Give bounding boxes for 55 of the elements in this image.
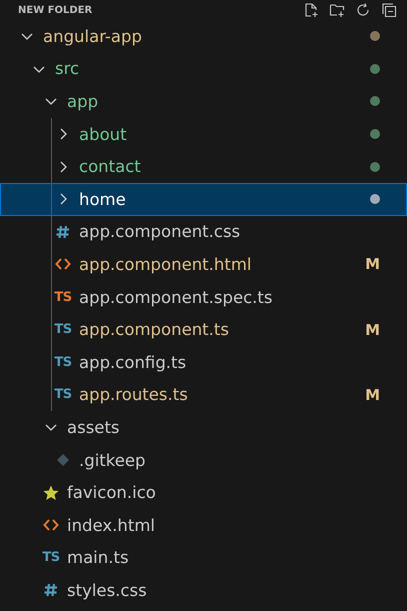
- file-item[interactable]: index.html: [0, 508, 407, 542]
- git-status-letter: M: [365, 386, 380, 404]
- typescript-icon: TS: [55, 354, 71, 370]
- star-icon: [43, 484, 59, 501]
- file-item[interactable]: .gitkeep: [0, 444, 407, 476]
- item-name: src: [55, 59, 80, 78]
- file-item[interactable]: TS app.component.spec.ts: [0, 280, 407, 314]
- new-folder-icon[interactable]: [329, 2, 345, 18]
- folder-item[interactable]: angular-app: [0, 20, 407, 53]
- folder-item[interactable]: assets: [0, 411, 407, 444]
- item-name: styles.css: [67, 580, 148, 600]
- code-brackets-icon: [43, 517, 59, 534]
- file-item[interactable]: TS main.ts: [0, 542, 407, 574]
- section-title: NEW FOLDER: [18, 4, 94, 16]
- item-name: app.config.ts: [79, 352, 188, 372]
- new-file-icon[interactable]: [303, 2, 319, 18]
- folder-item[interactable]: contact: [0, 150, 407, 183]
- file-item[interactable]: TS app.routes.ts M: [0, 378, 407, 412]
- item-name: contact: [79, 157, 142, 176]
- item-name: angular-app: [43, 26, 143, 46]
- folder-item[interactable]: about: [0, 118, 407, 150]
- file-item[interactable]: app.component.css: [0, 216, 407, 248]
- item-name: about: [79, 124, 128, 144]
- folder-item[interactable]: home: [0, 182, 407, 216]
- refresh-icon[interactable]: [355, 2, 371, 18]
- item-name: home: [79, 190, 127, 209]
- hash-icon: [43, 582, 59, 598]
- file-item[interactable]: favicon.ico: [0, 476, 407, 509]
- git-status-letter: M: [365, 320, 380, 339]
- item-name: app.component.spec.ts: [79, 288, 274, 307]
- item-name: app: [67, 92, 100, 111]
- file-item[interactable]: styles.css: [0, 574, 407, 607]
- folder-item[interactable]: src: [0, 52, 407, 86]
- item-name: main.ts: [67, 548, 130, 568]
- typescript-icon: TS: [55, 289, 71, 306]
- item-name: app.routes.ts: [79, 385, 189, 404]
- file-item[interactable]: TS app.component.ts M: [0, 313, 407, 346]
- item-name: app.component.html: [79, 254, 252, 274]
- git-status-letter: M: [365, 255, 380, 274]
- diamond-icon: [55, 452, 71, 468]
- item-name: assets: [67, 418, 121, 437]
- code-brackets-icon: [55, 256, 71, 272]
- item-name: .gitkeep: [79, 450, 147, 470]
- item-name: app.component.css: [79, 222, 242, 242]
- folder-item[interactable]: app: [0, 85, 407, 118]
- file-item[interactable]: TS app.config.ts: [0, 346, 407, 379]
- hash-icon: [55, 224, 71, 240]
- item-name: index.html: [67, 516, 156, 535]
- collapse-all-icon[interactable]: [381, 2, 397, 18]
- item-name: app.component.ts: [79, 320, 230, 340]
- item-name: favicon.ico: [67, 483, 157, 502]
- file-item[interactable]: app.component.html M: [0, 248, 407, 281]
- typescript-icon: TS: [55, 386, 71, 403]
- typescript-icon: TS: [43, 550, 59, 566]
- typescript-icon: TS: [55, 322, 71, 338]
